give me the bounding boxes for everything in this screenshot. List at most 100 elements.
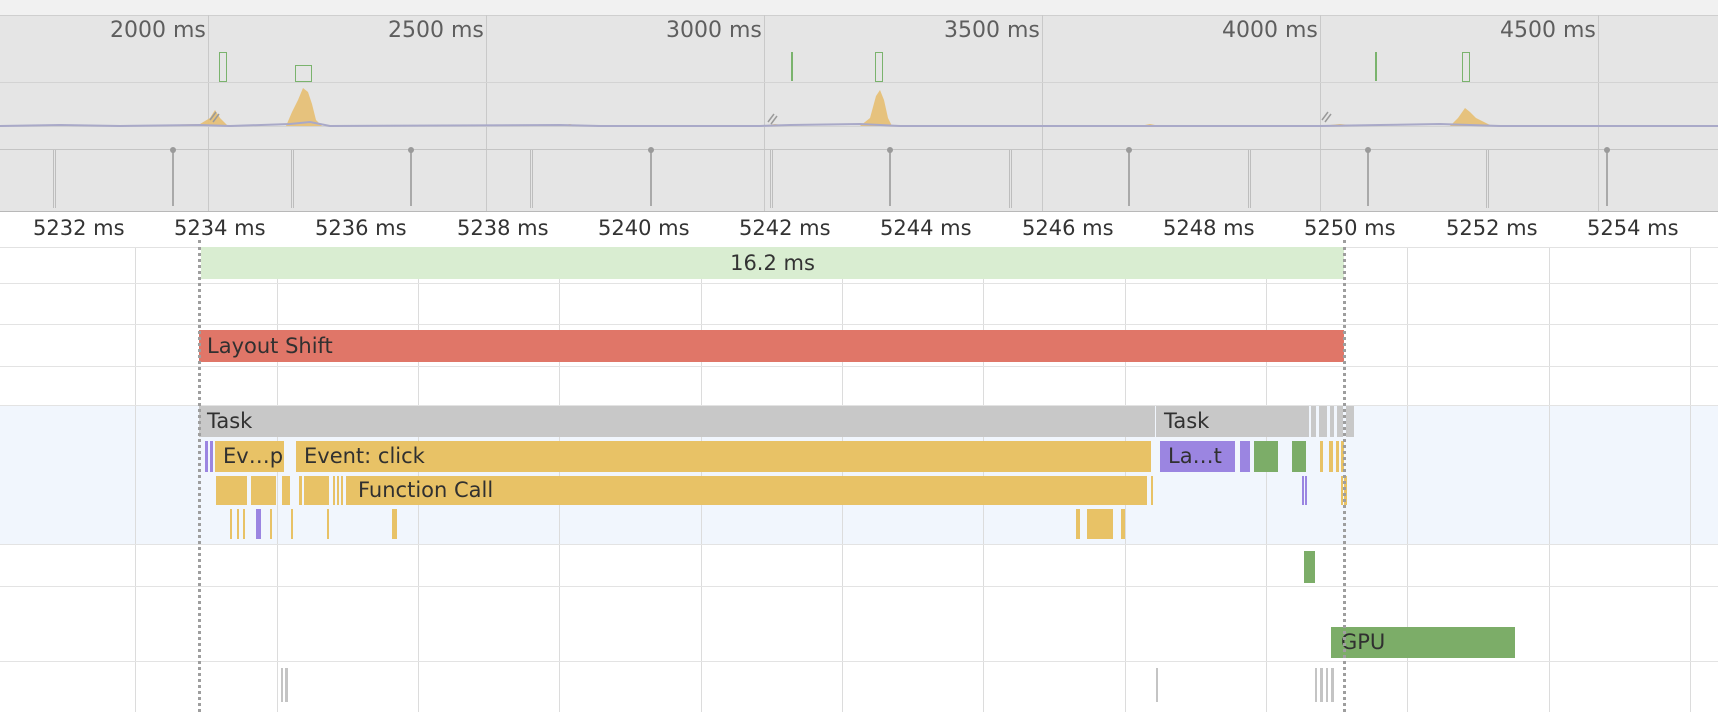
- ruler-time-label: 5252 ms: [1446, 216, 1538, 240]
- scripting-sliver[interactable]: [299, 476, 302, 505]
- rendering-sliver[interactable]: [210, 441, 213, 472]
- track-separator: [0, 586, 1718, 587]
- scripting-sliver[interactable]: [1320, 441, 1323, 472]
- event-click-bar[interactable]: Event: click: [296, 441, 1151, 472]
- painting-sliver[interactable]: [1254, 441, 1278, 472]
- scripting-sliver[interactable]: [282, 476, 290, 505]
- scripting-sliver[interactable]: [1151, 476, 1153, 505]
- selection-start-line[interactable]: [198, 240, 201, 712]
- overview-marker-dot: [887, 147, 893, 153]
- overview-marker-dot: [1365, 147, 1371, 153]
- overview-screenshot-divider: [53, 150, 54, 208]
- ruler-time-label: 5232 ms: [33, 216, 125, 240]
- overview-screenshot-divider: [1009, 150, 1010, 208]
- frame-bar[interactable]: 16.2 ms: [201, 247, 1344, 279]
- track-sliver: [1315, 668, 1317, 702]
- layout-bar[interactable]: La…t: [1160, 441, 1235, 472]
- scripting-sliver[interactable]: [392, 509, 397, 539]
- scripting-sliver[interactable]: [216, 476, 247, 505]
- overview-marker-tick: [650, 150, 652, 206]
- overview-screenshot-divider: [293, 150, 294, 208]
- rendering-sliver[interactable]: [1305, 476, 1307, 505]
- scripting-sliver[interactable]: [1121, 509, 1125, 539]
- rendering-sliver[interactable]: [1302, 476, 1304, 505]
- overview-screenshot-divider: [1250, 150, 1251, 208]
- gpu-bar[interactable]: GPU: [1331, 627, 1515, 658]
- scripting-sliver[interactable]: [341, 476, 343, 505]
- ruler-time-label: 5254 ms: [1587, 216, 1679, 240]
- timeline-overview[interactable]: 2000 ms 2500 ms 3000 ms 3500 ms 4000 ms …: [0, 0, 1718, 212]
- overview-marker-tick: [172, 150, 174, 206]
- rendering-sliver[interactable]: [256, 509, 261, 539]
- task-sliver[interactable]: [1330, 406, 1334, 437]
- rendering-sliver[interactable]: [205, 441, 208, 472]
- overview-marker-dot: [408, 147, 414, 153]
- scripting-sliver[interactable]: [243, 509, 245, 539]
- overview-marker-dot: [1604, 147, 1610, 153]
- painting-sliver[interactable]: [1292, 441, 1306, 472]
- ruler-time-label: 5240 ms: [598, 216, 690, 240]
- task-sliver[interactable]: [1319, 406, 1327, 437]
- task-bar[interactable]: Task: [1156, 406, 1309, 437]
- track-separator: [0, 544, 1718, 545]
- selection-end-line[interactable]: [1343, 240, 1346, 712]
- scripting-sliver[interactable]: [291, 509, 293, 539]
- scripting-sliver[interactable]: [337, 476, 339, 505]
- track-sliver: [1156, 668, 1158, 702]
- scripting-sliver[interactable]: [1087, 509, 1113, 539]
- event-bar[interactable]: Ev…p: [215, 441, 284, 472]
- raster-sliver[interactable]: [1304, 551, 1315, 583]
- ruler-time-label: 5244 ms: [880, 216, 972, 240]
- overview-marker-tick: [889, 150, 891, 206]
- overview-screenshot-divider: [1011, 150, 1012, 208]
- scripting-sliver[interactable]: [270, 509, 272, 539]
- timeline-gridline: [135, 212, 136, 712]
- overview-marker-tick: [1367, 150, 1369, 206]
- ruler-time-label: 5234 ms: [174, 216, 266, 240]
- track-separator: [0, 661, 1718, 662]
- overview-marker-tick: [410, 150, 412, 206]
- ruler-time-label: 5236 ms: [315, 216, 407, 240]
- track-sliver: [1326, 668, 1328, 702]
- overview-screenshot-divider: [1248, 150, 1249, 208]
- timeline-gridline: [1690, 212, 1691, 712]
- track-separator: [0, 324, 1718, 325]
- task-sliver[interactable]: [1311, 406, 1316, 437]
- scripting-sliver[interactable]: [237, 509, 239, 539]
- track-sliver: [1320, 668, 1323, 702]
- rendering-sliver[interactable]: [1240, 441, 1250, 472]
- scripting-sliver[interactable]: [251, 476, 276, 505]
- overview-screenshot-divider: [1486, 150, 1487, 208]
- overview-screenshot-divider: [770, 150, 771, 208]
- overview-marker-dot: [170, 147, 176, 153]
- function-call-bar[interactable]: Function Call: [346, 476, 1147, 505]
- scripting-sliver[interactable]: [1076, 509, 1080, 539]
- overview-screenshot-divider: [55, 150, 56, 208]
- scripting-sliver[interactable]: [1336, 441, 1339, 472]
- scripting-sliver[interactable]: [1329, 441, 1333, 472]
- ruler-time-label: 5248 ms: [1163, 216, 1255, 240]
- track-separator: [0, 366, 1718, 367]
- ruler-time-label: 5242 ms: [739, 216, 831, 240]
- ruler-time-label: 5246 ms: [1022, 216, 1114, 240]
- overview-screenshot-divider: [532, 150, 533, 208]
- task-sliver[interactable]: [1346, 406, 1354, 437]
- scripting-sliver[interactable]: [304, 476, 329, 505]
- overview-cpu-chart: [0, 88, 1718, 128]
- track-sliver: [281, 668, 283, 702]
- overview-marker-dot: [1126, 147, 1132, 153]
- layout-shift-bar[interactable]: Layout Shift: [199, 330, 1344, 362]
- track-sliver: [1331, 668, 1334, 702]
- scripting-sliver[interactable]: [327, 509, 329, 539]
- task-bar[interactable]: Task: [199, 406, 1155, 437]
- timeline-gridline: [1549, 212, 1550, 712]
- scripting-sliver[interactable]: [230, 509, 232, 539]
- overview-screenshot-divider: [291, 150, 292, 208]
- overview-screenshot-divider: [1488, 150, 1489, 208]
- overview-marker-dot: [648, 147, 654, 153]
- overview-marker-tick: [1128, 150, 1130, 206]
- track-sliver: [285, 668, 288, 702]
- scripting-sliver[interactable]: [333, 476, 335, 505]
- overview-marker-tick: [1606, 150, 1608, 206]
- time-ruler[interactable]: 5232 ms 5234 ms 5236 ms 5238 ms 5240 ms …: [0, 212, 1718, 248]
